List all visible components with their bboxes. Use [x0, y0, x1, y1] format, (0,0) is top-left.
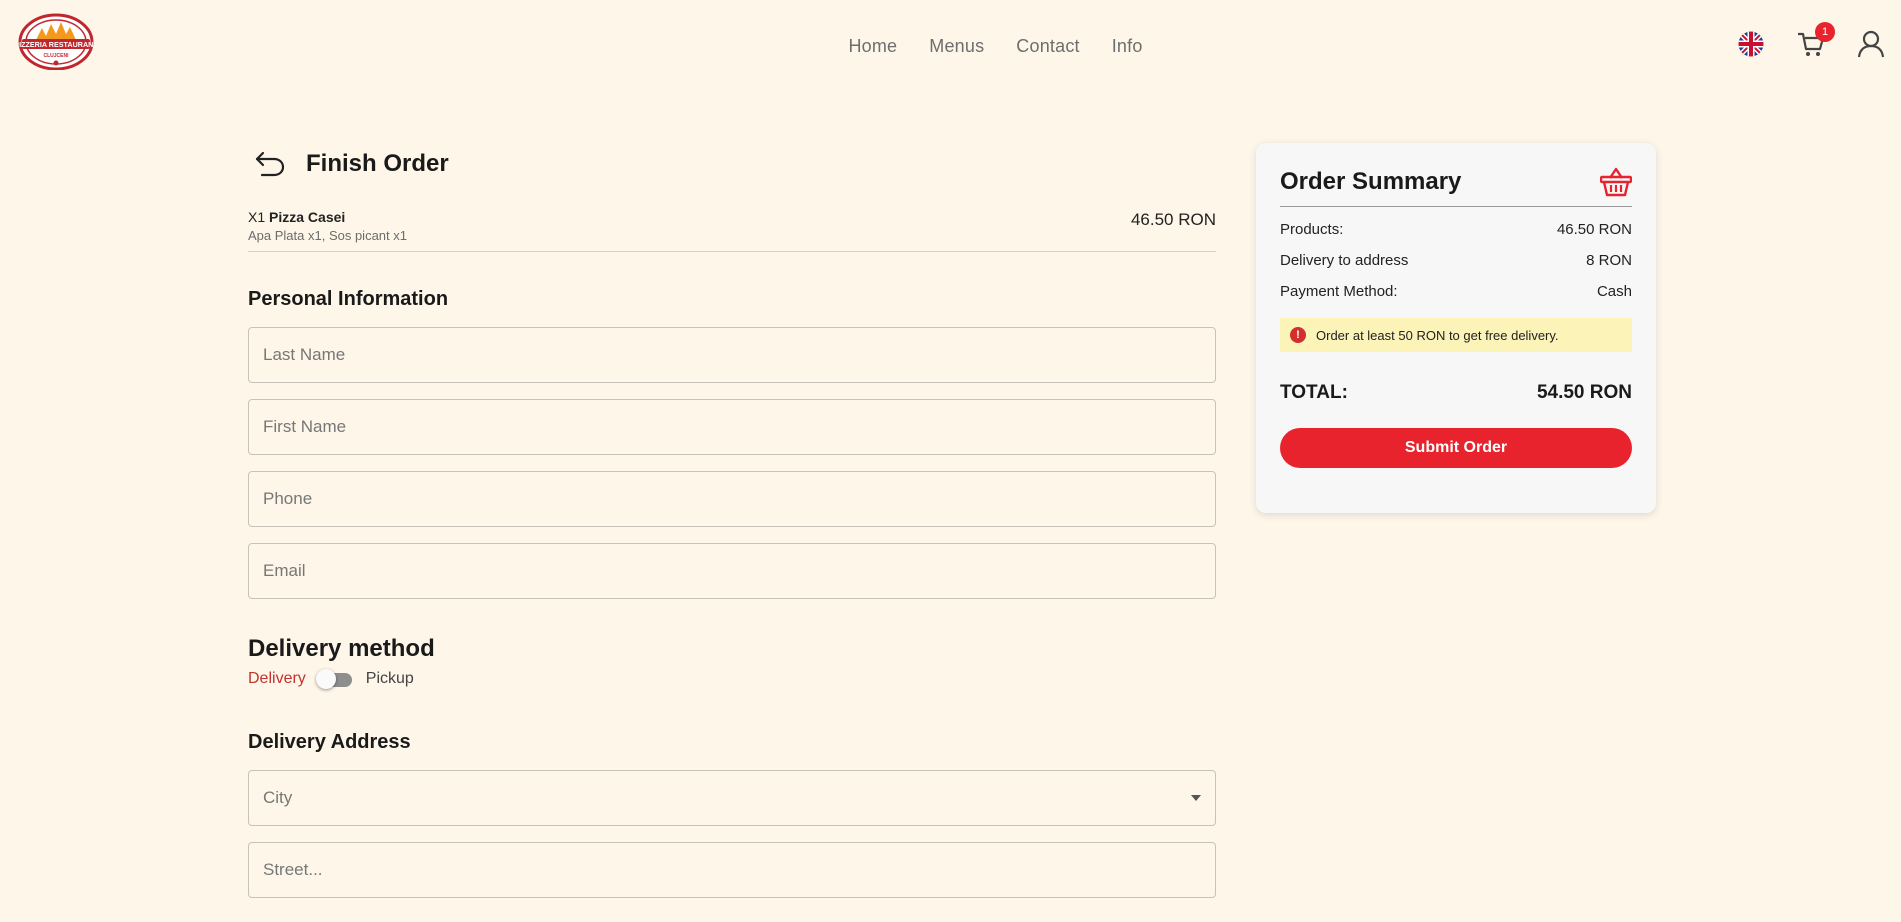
nav-contact[interactable]: Contact — [1016, 36, 1079, 57]
user-button[interactable] — [1855, 28, 1887, 60]
city-select[interactable] — [249, 771, 1215, 825]
switch-thumb — [315, 669, 336, 689]
basket-icon — [1600, 167, 1632, 196]
delivery-method-toggle: Delivery Pickup — [248, 669, 1216, 689]
summary-payment-row: Payment Method: Cash — [1280, 283, 1632, 300]
nav-menus[interactable]: Menus — [929, 36, 984, 57]
phone-field-wrap — [248, 471, 1216, 527]
summary-total-label: TOTAL: — [1280, 382, 1348, 403]
first-name-input[interactable] — [249, 400, 1215, 454]
summary-payment-value: Cash — [1596, 283, 1632, 300]
cart-button[interactable]: 1 — [1795, 22, 1835, 60]
last-name-input[interactable] — [249, 328, 1215, 382]
back-arrow-icon — [255, 151, 285, 177]
pickup-option-label[interactable]: Pickup — [366, 670, 414, 688]
cart-count-badge: 1 — [1815, 22, 1835, 42]
caret-down-icon — [1191, 795, 1201, 801]
order-summary-card: Order Summary Products: 46.50 RON Delive… — [1256, 143, 1656, 513]
delivery-address-title: Delivery Address — [248, 731, 411, 753]
nav-home[interactable]: Home — [848, 36, 897, 57]
nav-info[interactable]: Info — [1112, 36, 1143, 57]
page-heading: Finish Order — [248, 140, 1216, 188]
site-header: PIZZERIA RESTAURANT CLUJCENI Home Menus … — [0, 0, 1901, 94]
page-title: Finish Order — [306, 150, 449, 177]
email-input[interactable] — [249, 544, 1215, 598]
summary-delivery-value: 8 RON — [1586, 252, 1632, 269]
phone-input[interactable] — [249, 472, 1215, 526]
email-field-wrap — [248, 543, 1216, 599]
language-button[interactable] — [1735, 28, 1767, 60]
delivery-method-title: Delivery method — [248, 635, 435, 662]
summary-payment-label: Payment Method: — [1280, 283, 1398, 300]
alert-icon: ! — [1290, 327, 1306, 343]
header-actions: 1 — [1735, 22, 1887, 60]
order-item-qty: X1 — [248, 209, 266, 225]
summary-total-row: TOTAL: 54.50 RON — [1280, 382, 1632, 404]
checkout-form: Finish Order X1 Pizza Casei Apa Plata x1… — [248, 140, 1216, 914]
first-name-field-wrap — [248, 399, 1216, 455]
order-item-price: 46.50 RON — [1130, 210, 1216, 229]
summary-products-row: Products: 46.50 RON — [1280, 221, 1632, 238]
delivery-option-label[interactable]: Delivery — [248, 670, 306, 688]
summary-delivery-label: Delivery to address — [1280, 252, 1409, 269]
city-select-wrap — [248, 770, 1216, 826]
street-input[interactable] — [249, 843, 1215, 897]
free-delivery-notice-text: Order at least 50 RON to get free delive… — [1316, 327, 1559, 343]
street-field-wrap — [248, 842, 1216, 898]
order-item-name: Pizza Casei — [269, 209, 346, 225]
order-item-title: X1 Pizza Casei — [248, 208, 407, 226]
free-delivery-notice: ! Order at least 50 RON to get free deli… — [1280, 318, 1632, 352]
order-summary-title: Order Summary — [1280, 167, 1462, 195]
last-name-field-wrap — [248, 327, 1216, 383]
uk-flag-icon — [1738, 31, 1764, 57]
user-icon — [1857, 30, 1885, 58]
order-item: X1 Pizza Casei Apa Plata x1, Sos picant … — [248, 208, 1216, 252]
delivery-pickup-switch[interactable] — [315, 669, 356, 689]
summary-products-label: Products: — [1280, 221, 1344, 238]
summary-delivery-row: Delivery to address 8 RON — [1280, 252, 1632, 269]
main-nav: Home Menus Contact Info — [0, 36, 1901, 57]
summary-products-value: 46.50 RON — [1556, 221, 1632, 238]
back-button[interactable] — [252, 146, 288, 182]
order-item-extras: Apa Plata x1, Sos picant x1 — [248, 228, 407, 243]
order-summary-header: Order Summary — [1280, 163, 1632, 207]
personal-info-title: Personal Information — [248, 288, 449, 310]
summary-total-value: 54.50 RON — [1536, 382, 1632, 403]
submit-order-button[interactable]: Submit Order — [1280, 428, 1632, 468]
order-item-details: X1 Pizza Casei Apa Plata x1, Sos picant … — [248, 208, 407, 243]
